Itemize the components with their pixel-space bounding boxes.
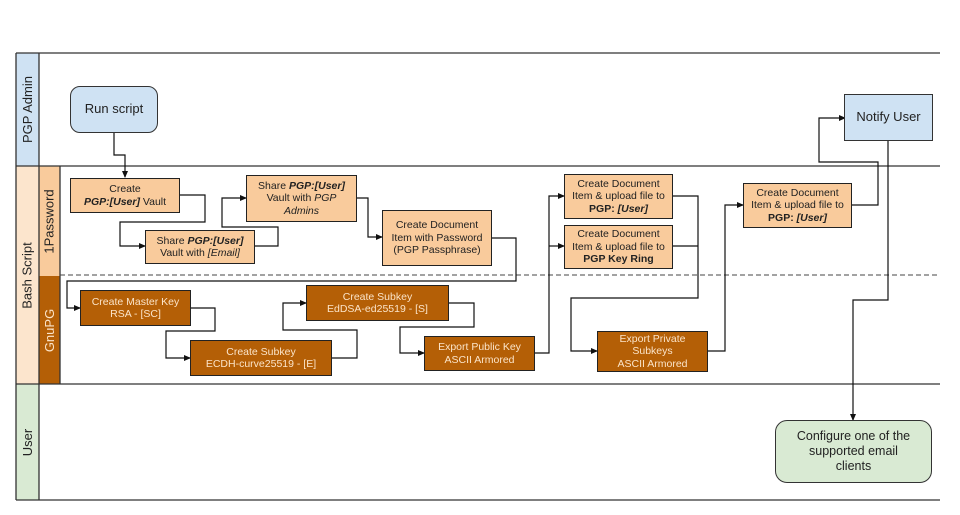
create-subkey-s-node[interactable]: Create Subkey EdDSA-ed25519 - [S] (306, 285, 449, 321)
upload-user-node-2[interactable]: Create Document Item & upload file to PG… (743, 183, 852, 228)
lane-label-pgp-admin: PGP Admin (20, 76, 35, 143)
edge-upload-to-export-private (570, 195, 699, 354)
export-public-key-node[interactable]: Export Public Key ASCII Armored (424, 336, 535, 371)
create-subkey-e-node[interactable]: Create Subkey ECDH-curve25519 - [E] (190, 340, 332, 376)
create-master-key-node[interactable]: Create Master Key RSA - [SC] (80, 290, 191, 326)
create-vault-node[interactable]: Create PGP:[User] Vault (70, 178, 180, 213)
lane-label-user: User (20, 428, 36, 456)
share-vault-email-node[interactable]: Share PGP:[User] Vault with [Email] (145, 230, 255, 264)
edge-export-private-to-upload-user-2 (708, 202, 744, 352)
share-vault-admins-node[interactable]: Share PGP:[User] Vault with PGP Admins (246, 175, 357, 222)
export-private-subkeys-node[interactable]: Export Private Subkeys ASCII Armored (597, 331, 708, 372)
lane-label-bash-script: Bash Script (20, 241, 36, 309)
upload-keyring-node[interactable]: Create Document Item & upload file to PG… (564, 225, 673, 269)
edge-run-to-create-vault (113, 133, 128, 178)
sublane-label-1password: 1Password (42, 188, 57, 254)
configure-email-client-node[interactable]: Configure one of the supported email cli… (775, 420, 932, 483)
edge-notify-to-configure (850, 141, 889, 421)
create-doc-password-node[interactable]: Create Document Item with Password (PGP … (382, 210, 492, 266)
sublane-label-gnupg: GnuPG (42, 308, 58, 352)
upload-user-node-1[interactable]: Create Document Item & upload file to PG… (564, 174, 673, 219)
run-script-node[interactable]: Run script (70, 86, 158, 133)
edge-share-admins-to-doc-password (357, 197, 383, 240)
notify-user-node[interactable]: Notify User (844, 94, 933, 141)
